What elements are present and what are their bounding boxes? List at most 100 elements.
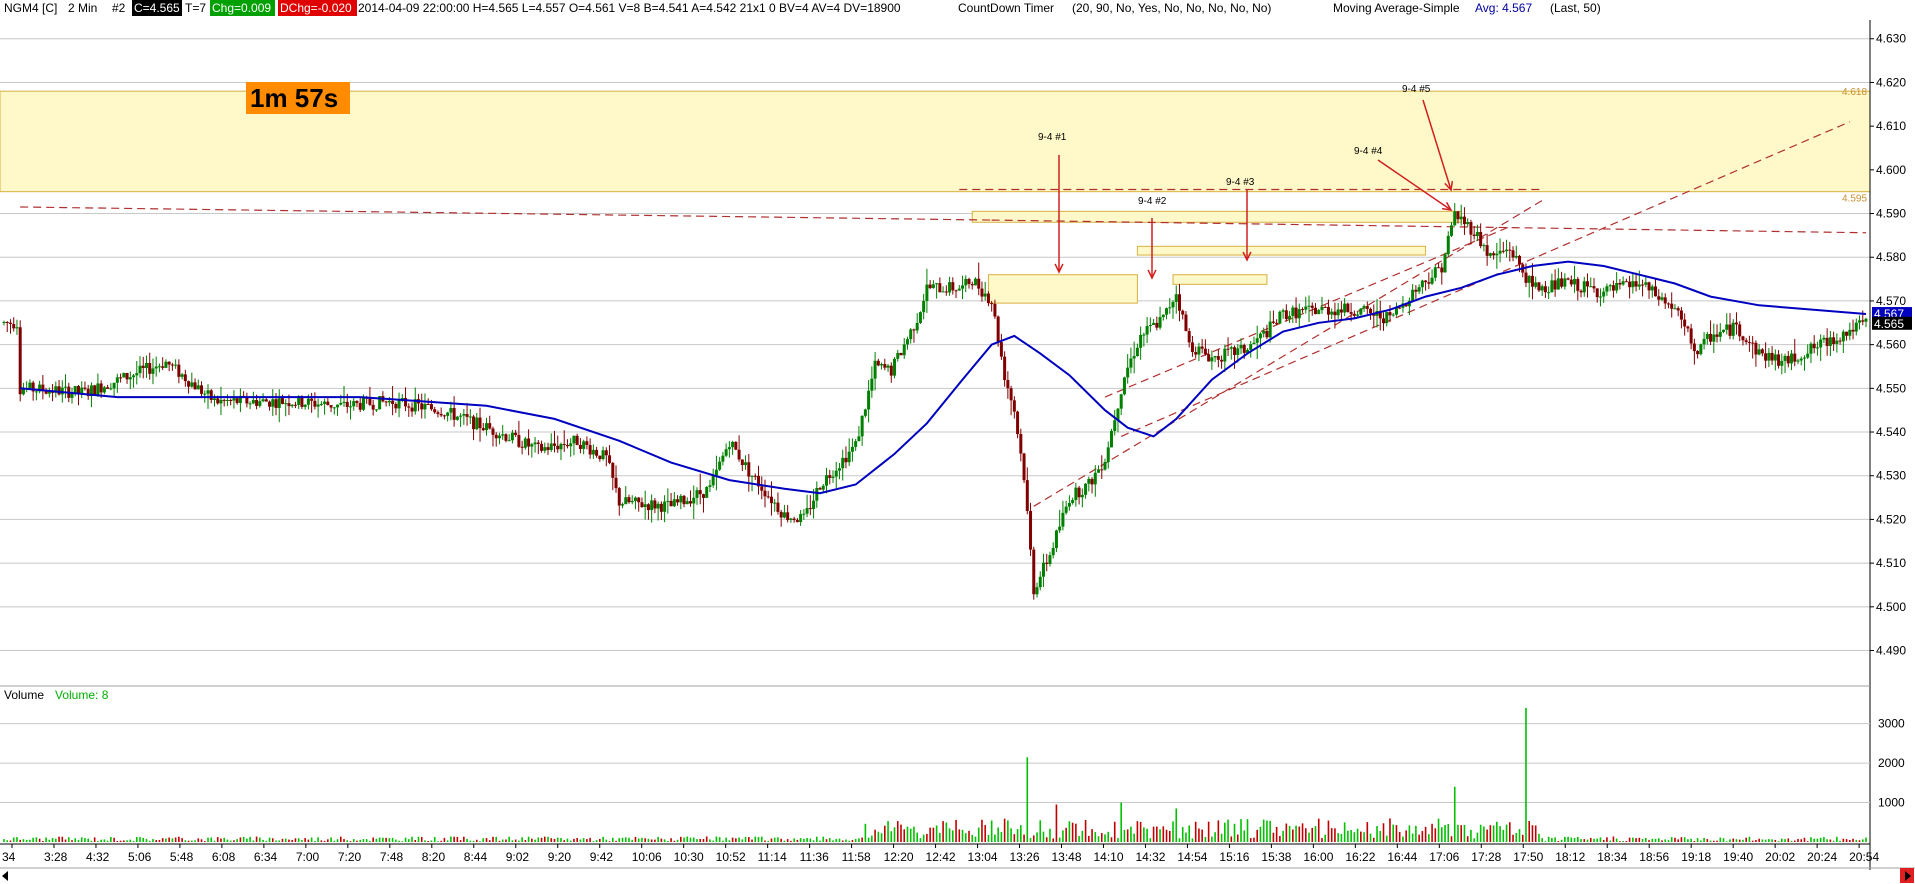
candle-body (721, 455, 725, 462)
candle-body (478, 417, 482, 429)
candle-body (734, 441, 738, 450)
candle-body (361, 397, 365, 410)
candle-body (682, 495, 686, 505)
candle-body (760, 486, 764, 491)
candle-body (1265, 330, 1269, 338)
zone-box-2 (1136, 245, 1427, 256)
candle-body (1466, 222, 1470, 225)
candle-body (99, 383, 103, 393)
candle-body (1278, 311, 1282, 324)
candle-body (769, 496, 773, 504)
candle-body (313, 400, 317, 407)
candle-body (834, 470, 838, 477)
price-tick-label: 4.600 (1876, 163, 1906, 177)
candle-body (689, 501, 693, 504)
candle-body (663, 501, 667, 512)
candle-body (193, 382, 197, 390)
candle-body (80, 387, 84, 394)
candle-body (154, 366, 158, 369)
candle-body (326, 401, 330, 406)
candle-body (964, 278, 968, 286)
candle-body (1832, 337, 1836, 345)
candle-body (1793, 353, 1797, 362)
candle-body (251, 399, 255, 404)
time-tick-label: 17:28 (1471, 850, 1501, 864)
candle-body (572, 435, 576, 444)
candle-body (909, 329, 913, 340)
scroll-left-button[interactable] (2, 871, 8, 881)
candle-body (1757, 349, 1761, 355)
candle-body (1683, 319, 1687, 327)
candle-body (896, 352, 900, 359)
scroll-right-button[interactable] (1900, 868, 1914, 883)
candle-body (973, 278, 977, 286)
candle-body (439, 413, 443, 416)
candle-body (1058, 526, 1062, 531)
candle-body (1271, 321, 1275, 323)
time-tick-label: 5:48 (170, 850, 194, 864)
candle-body (420, 403, 424, 410)
price-tick-label: 4.560 (1876, 338, 1906, 352)
candle-body (1734, 322, 1738, 325)
candle-body (323, 401, 327, 404)
candle-body (1411, 289, 1415, 301)
candle-body (514, 432, 518, 436)
candle-body (1430, 277, 1434, 284)
candle-body (692, 497, 696, 504)
candle-body (1012, 400, 1016, 412)
candle-body (1054, 530, 1058, 548)
time-tick-label: 8:20 (422, 850, 446, 864)
candle-body (151, 368, 155, 374)
candle-body (1547, 292, 1551, 294)
chg-badge: Chg=0.009 (212, 1, 271, 15)
candle-body (1514, 255, 1518, 258)
candle-body (546, 447, 550, 450)
candle-body (1084, 483, 1088, 495)
candle-body (1624, 281, 1628, 283)
candle-body (918, 312, 922, 323)
candle-body (497, 435, 501, 439)
time-tick-label: 19:40 (1723, 850, 1753, 864)
candle-body (271, 399, 275, 407)
study-countdown-timer: CountDown Timer (958, 1, 1054, 15)
candle-body (1061, 512, 1065, 527)
candle-body (1067, 502, 1071, 507)
candle-body (1294, 307, 1298, 319)
candle-body (1242, 345, 1246, 353)
candle-body (452, 407, 456, 420)
candle-body (157, 366, 161, 368)
candle-body (902, 344, 906, 356)
candle-body (1443, 254, 1447, 273)
volume-tick-label: 3000 (1878, 717, 1905, 731)
candle-body (1142, 334, 1146, 336)
price-axis: 4.630 4.620 4.610 4.600 4.590 4.580 4.570 4.560… (1869, 20, 1912, 870)
candle-body (1553, 280, 1557, 290)
candle-body (1220, 359, 1224, 362)
candle-body (1356, 314, 1360, 316)
candle-body (1317, 310, 1321, 315)
candle-body (792, 518, 796, 521)
candle-body (650, 500, 654, 511)
candle-body (1233, 347, 1237, 355)
candle-body (805, 508, 809, 514)
candle-body (944, 291, 948, 293)
candle-body (12, 323, 16, 329)
time-tick-label: 6:34 (254, 850, 278, 864)
candle-body (212, 398, 216, 400)
annotation-label-2: 9-4 #2 (1138, 196, 1167, 207)
candle-body (1200, 346, 1204, 349)
candle-body (1161, 314, 1165, 318)
candle-body (847, 451, 851, 463)
candle-body (880, 364, 884, 366)
candle-body (1861, 320, 1865, 322)
candle-body (753, 475, 757, 477)
candle-body (536, 442, 540, 444)
candle-body (815, 487, 819, 501)
candle-body (303, 404, 307, 407)
candle-body (1333, 311, 1337, 316)
candle-body (1673, 308, 1677, 310)
candle-body (1524, 272, 1528, 283)
candle-body (1586, 281, 1590, 287)
candle-body (656, 503, 660, 509)
candle-body (1657, 296, 1661, 300)
